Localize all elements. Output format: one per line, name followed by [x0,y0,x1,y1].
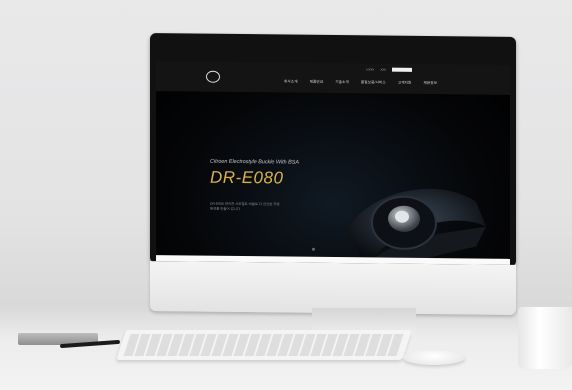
hero-subtitle: Citroen Electrostyle Buckle With BSA [210,158,299,166]
slider-dot[interactable] [312,247,315,251]
nav-item-support[interactable]: 고객지원 [398,81,412,86]
login-link[interactable]: LOGIN [366,68,374,71]
keyboard [116,330,412,360]
cup [518,307,572,369]
product-image [346,188,486,262]
hero-description: DR-E080 편리한 시트벨트 버클로 더 안전한 주행 환경을 만들어 갑니… [210,201,280,212]
search-input[interactable] [392,67,412,72]
nav-item-company[interactable]: 회사소개 [284,79,298,84]
hero-title: DR-E080 [210,167,284,188]
nav-item-technology[interactable]: 기술소개 [335,80,349,85]
monitor-chin [150,261,516,315]
circle-logo-icon[interactable] [206,70,220,83]
mouse [403,350,465,365]
keyboard-keys [123,334,405,356]
utility-links: LOGIN JOIN [366,67,412,72]
site-header: LOGIN JOIN 회사소개 제품안내 기술소개 품질보증/서비스 고객지원 … [156,61,510,95]
join-link[interactable]: JOIN [380,68,386,71]
nav-item-products[interactable]: 제품안내 [310,80,324,85]
nav-item-careers[interactable]: 채용정보 [423,81,437,86]
monitor: LOGIN JOIN 회사소개 제품안내 기술소개 품질보증/서비스 고객지원 … [150,33,516,315]
main-nav: 회사소개 제품안내 기술소개 품질보증/서비스 고객지원 채용정보 [284,79,437,86]
nav-item-quality[interactable]: 품질보증/서비스 [361,80,386,85]
